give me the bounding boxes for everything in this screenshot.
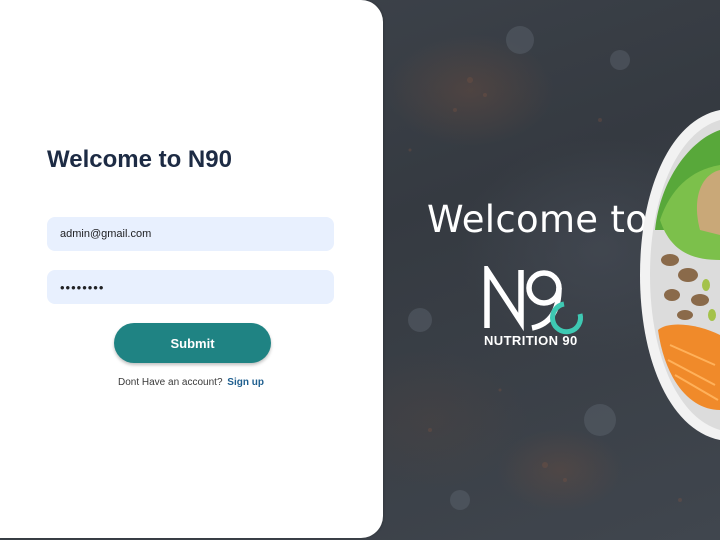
signup-link[interactable]: Sign up <box>227 377 264 388</box>
login-page: Welcome to NUTRITION 90 Welcome to N90 a… <box>0 0 720 540</box>
hero-title: Welcome to <box>427 198 649 241</box>
page-title: Welcome to N90 <box>47 146 232 173</box>
food-bowl-image <box>640 110 720 440</box>
password-field[interactable] <box>47 270 334 304</box>
submit-button[interactable]: Submit <box>114 323 271 363</box>
signup-row: Dont Have an account? Sign up <box>118 377 264 388</box>
logo-wordmark: NUTRITION 90 <box>484 333 578 348</box>
login-card: Welcome to N90 Submit Dont Have an accou… <box>0 0 383 538</box>
signup-prompt: Dont Have an account? <box>118 377 223 388</box>
email-field[interactable] <box>47 217 334 251</box>
